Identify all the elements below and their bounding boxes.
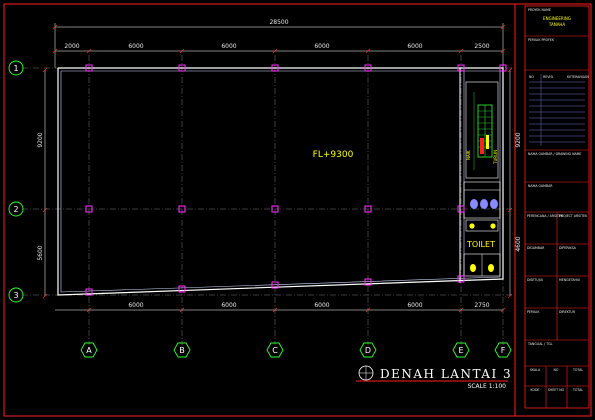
svg-text:E: E bbox=[458, 346, 463, 355]
tb-drawing-name-label: NAMA GAMBAR / DRAWING NAME bbox=[528, 152, 581, 156]
tb-footer-header: SHEET NO bbox=[548, 388, 565, 392]
tb-company-line-2: TANAHA bbox=[548, 22, 566, 27]
tb-footer-header: TOTAL bbox=[572, 388, 583, 392]
svg-text:D: D bbox=[365, 346, 371, 355]
scale-label: SCALE 1:100 bbox=[468, 383, 507, 390]
grid-bubble-col-e: E bbox=[452, 342, 470, 358]
svg-text:3: 3 bbox=[13, 291, 18, 300]
tb-header-revisi: REVISI bbox=[543, 75, 553, 79]
top-dimension-texts: 2000 6000 6000 6000 6000 2500 bbox=[64, 43, 489, 50]
columns bbox=[85, 64, 507, 296]
top-dimension: 6000 bbox=[128, 43, 143, 50]
bottom-dimension: 6000 bbox=[314, 302, 329, 309]
grid-bubble-row-1: 1 bbox=[8, 60, 24, 76]
tb-date-label: TANGGAL / TGL bbox=[527, 342, 553, 346]
svg-text:2: 2 bbox=[13, 205, 18, 214]
stair: NAIK TURUN bbox=[465, 81, 499, 179]
svg-text:A: A bbox=[86, 346, 92, 355]
tb-footer-header: NO bbox=[554, 368, 559, 372]
grid-bubble-col-f: F bbox=[494, 342, 512, 358]
right-dimension: 9200 bbox=[515, 132, 522, 147]
title-block: PROYEK NAME ENGINEERING TANAHA PEMILIK P… bbox=[524, 5, 590, 409]
grid-bubble-col-c: C bbox=[266, 342, 284, 358]
grid-bubble-col-d: D bbox=[359, 342, 377, 358]
left-dimension: 9200 bbox=[37, 132, 44, 147]
stair-label-down: TURUN bbox=[493, 150, 498, 165]
overall-dimension: 28500 bbox=[269, 19, 288, 26]
top-dimension: 2500 bbox=[474, 43, 489, 50]
grid-bubble-row-3: 3 bbox=[8, 287, 24, 303]
tb-section-label: NAMA GAMBAR bbox=[528, 184, 553, 188]
sheet-title: DENAH LANTAI 3 SCALE 1:100 bbox=[356, 365, 512, 390]
tb-signature: PEMILIK bbox=[527, 310, 540, 314]
tb-owner-label: PEMILIK PROYEK bbox=[528, 38, 555, 42]
grid-bubble-row-2: 2 bbox=[8, 201, 24, 217]
bottom-dimension-texts: 6000 6000 6000 6000 2750 bbox=[128, 302, 489, 309]
tb-signature: DIGAMBAR bbox=[527, 246, 545, 250]
sheet-title-text: DENAH LANTAI 3 bbox=[380, 367, 512, 381]
floor-level-label: FL+9300 bbox=[313, 150, 354, 160]
tb-footer-header: KODE bbox=[531, 388, 540, 392]
bottom-dimension: 6000 bbox=[407, 302, 422, 309]
svg-text:C: C bbox=[272, 346, 278, 355]
top-dimension: 2000 bbox=[64, 43, 79, 50]
svg-text:F: F bbox=[501, 346, 506, 355]
toilet-block bbox=[463, 181, 501, 277]
tb-header-no: NO bbox=[529, 75, 534, 79]
top-dimension: 6000 bbox=[407, 43, 422, 50]
tb-footer-header: SKALA bbox=[530, 368, 541, 372]
tb-signature: DISETUJUI bbox=[527, 278, 543, 282]
tb-signature: DIREKTUR bbox=[559, 310, 576, 314]
tb-company-line-1: ENGINEERING bbox=[543, 16, 571, 21]
stair-label-up: NAIK bbox=[466, 150, 471, 160]
bottom-dimension: 2750 bbox=[474, 302, 489, 309]
toilet-label: TOILET bbox=[466, 240, 495, 249]
bottom-dimension: 6000 bbox=[221, 302, 236, 309]
cad-drawing: 28500 2000 6000 6000 6000 6000 2500 6000… bbox=[3, 3, 592, 417]
row-grid-bubbles: 1 2 3 bbox=[8, 60, 24, 303]
grid-bubble-col-b: B bbox=[173, 342, 191, 358]
svg-text:1: 1 bbox=[13, 64, 18, 73]
column-grid-bubbles: A B C D E F bbox=[80, 342, 512, 358]
grid-lines bbox=[22, 55, 512, 345]
tb-signature: MENGETAHUI bbox=[559, 278, 580, 282]
building-walls bbox=[57, 67, 504, 296]
tb-signature: PROJECT ARSITEK bbox=[559, 214, 588, 218]
tb-footer-header: TOTAL bbox=[572, 368, 583, 372]
top-dimension: 6000 bbox=[221, 43, 236, 50]
grid-bubble-col-a: A bbox=[80, 342, 98, 358]
bottom-dimension: 6000 bbox=[128, 302, 143, 309]
svg-text:B: B bbox=[179, 346, 185, 355]
left-dimension: 5600 bbox=[37, 245, 44, 260]
right-dimension: 4600 bbox=[515, 236, 522, 251]
tb-signature: DIPERIKSA bbox=[559, 246, 577, 250]
tb-header-keterangan: KETERANGAN bbox=[567, 75, 589, 79]
top-dimension: 6000 bbox=[314, 43, 329, 50]
tb-project-label: PROYEK NAME bbox=[528, 8, 551, 12]
